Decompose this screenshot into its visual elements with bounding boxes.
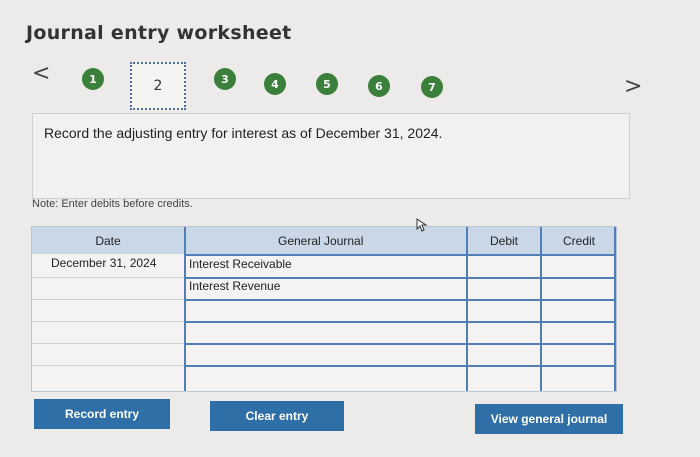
step-4-button[interactable]: 4 [264, 73, 286, 95]
step-6-button[interactable]: 6 [368, 75, 390, 97]
credit-input[interactable] [542, 279, 614, 299]
clear-entry-button[interactable]: Clear entry [210, 401, 344, 431]
header-credit: Credit [542, 227, 616, 254]
account-input[interactable] [186, 367, 466, 389]
credit-input[interactable] [542, 256, 614, 277]
header-debit: Debit [468, 227, 540, 254]
record-entry-button[interactable]: Record entry [34, 399, 170, 429]
instruction-text: Record the adjusting entry for interest … [44, 125, 443, 141]
date-cell: December 31, 2024 [51, 256, 157, 270]
view-general-journal-button[interactable]: View general journal [475, 404, 623, 434]
instruction-box: Record the adjusting entry for interest … [32, 113, 630, 199]
account-input[interactable] [186, 323, 466, 343]
row-divider [32, 321, 184, 322]
step-7-button[interactable]: 7 [421, 76, 443, 98]
row-divider [32, 343, 184, 344]
step-1-button[interactable]: 1 [82, 68, 104, 90]
account-cell[interactable]: Interest Revenue [189, 279, 280, 293]
step-5-button[interactable]: 5 [316, 73, 338, 95]
debit-input[interactable] [468, 279, 540, 299]
account-cell[interactable]: Interest Receivable [189, 257, 292, 271]
page-title: Journal entry worksheet [26, 22, 292, 44]
step-2-current[interactable]: 2 [130, 62, 186, 110]
prev-arrow-icon[interactable]: < [32, 63, 50, 85]
debit-input[interactable] [468, 256, 540, 277]
row-divider [32, 277, 184, 278]
step-2-label: 2 [153, 78, 163, 94]
account-input[interactable] [186, 345, 466, 365]
note-text: Note: Enter debits before credits. [32, 198, 193, 210]
journal-table: Date General Journal Debit Credit Decemb… [31, 226, 617, 392]
row-divider [32, 365, 184, 366]
mouse-cursor-icon [416, 218, 428, 232]
row-divider [32, 299, 184, 300]
header-date: Date [32, 227, 184, 254]
step-3-button[interactable]: 3 [214, 68, 236, 90]
account-input[interactable] [186, 301, 466, 321]
next-arrow-icon[interactable]: > [624, 76, 642, 98]
